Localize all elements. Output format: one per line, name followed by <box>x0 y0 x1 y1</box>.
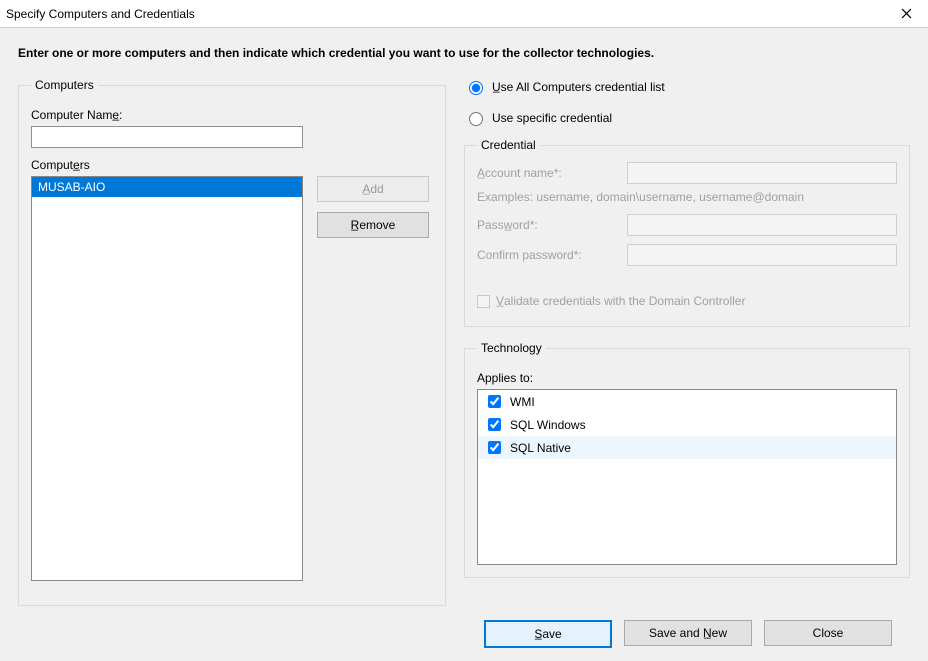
examples-hint: Examples: username, domain\username, use… <box>477 190 897 204</box>
technology-checkbox[interactable] <box>488 418 501 431</box>
technology-item[interactable]: WMI <box>478 390 896 413</box>
add-button[interactable]: A̲dd <box>317 176 429 202</box>
window-title: Specify Computers and Credentials <box>6 7 195 21</box>
close-icon[interactable] <box>884 0 928 28</box>
technology-item[interactable]: SQL Native <box>478 436 896 459</box>
computers-list-label: Compute̲rs <box>31 158 433 172</box>
computer-name-input[interactable] <box>31 126 303 148</box>
technology-legend: Technology <box>477 341 546 355</box>
validate-checkbox-row: V̲alidate credentials with the Domain Co… <box>477 294 897 308</box>
applies-to-label: Applies to: <box>477 371 897 385</box>
list-item[interactable]: MUSAB-AIO <box>32 177 302 197</box>
password-input <box>627 214 897 236</box>
password-label: Passw̲ord*: <box>477 218 617 232</box>
technology-label: WMI <box>510 395 535 409</box>
close-button[interactable]: Close <box>764 620 892 646</box>
radio-use-all-label: U̲se All Computers credential list <box>492 80 665 94</box>
credential-group: Credential A̲ccount name*: Examples: use… <box>464 138 910 327</box>
confirm-password-input <box>627 244 897 266</box>
technology-group: Technology Applies to: WMI SQL Windows SQL… <box>464 341 910 578</box>
computers-group: Computers Computer Name̲: Compute̲rs MUS… <box>18 78 446 606</box>
computer-name-label: Computer Name̲: <box>31 108 433 122</box>
validate-label: V̲alidate credentials with the Domain Co… <box>496 294 745 308</box>
technology-item[interactable]: SQL Windows <box>478 413 896 436</box>
technology-listbox[interactable]: WMI SQL Windows SQL Native <box>477 389 897 565</box>
radio-use-all[interactable]: U̲se All Computers credential list <box>464 78 910 95</box>
radio-use-specific[interactable]: Use specific credential <box>464 109 910 126</box>
validate-checkbox <box>477 295 490 308</box>
titlebar: Specify Computers and Credentials <box>0 0 928 28</box>
technology-checkbox[interactable] <box>488 395 501 408</box>
instruction-text: Enter one or more computers and then ind… <box>18 46 910 60</box>
computers-legend: Computers <box>31 78 98 92</box>
credential-legend: Credential <box>477 138 540 152</box>
technology-label: SQL Native <box>510 441 571 455</box>
technology-checkbox[interactable] <box>488 441 501 454</box>
radio-use-specific-input[interactable] <box>469 112 483 126</box>
save-and-new-button[interactable]: Save and N̲ew <box>624 620 752 646</box>
computers-listbox[interactable]: MUSAB-AIO <box>31 176 303 581</box>
account-name-input <box>627 162 897 184</box>
account-name-label: A̲ccount name*: <box>477 166 617 180</box>
technology-label: SQL Windows <box>510 418 586 432</box>
radio-use-specific-label: Use specific credential <box>492 111 612 125</box>
confirm-password-label: Confirm password*: <box>477 248 617 262</box>
radio-use-all-input[interactable] <box>469 81 483 95</box>
save-button[interactable]: S̲ave <box>484 620 612 648</box>
remove-button[interactable]: R̲emove <box>317 212 429 238</box>
